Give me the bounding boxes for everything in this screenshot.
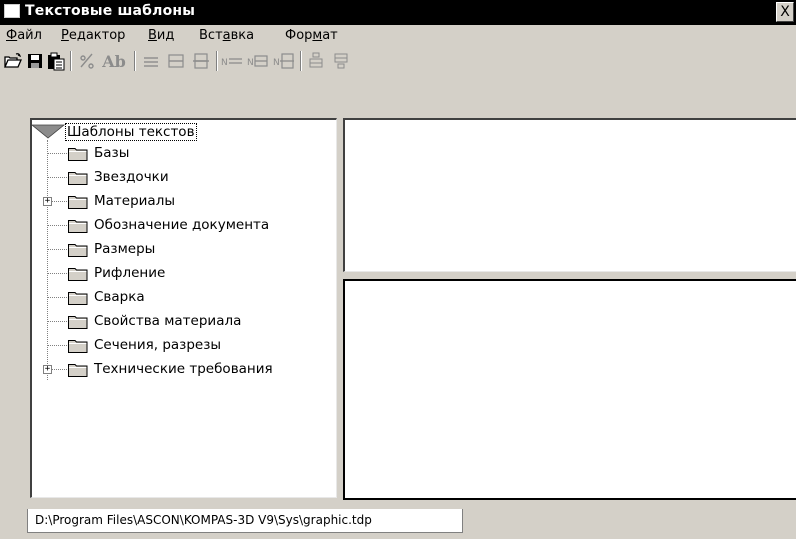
folder-icon [68, 242, 88, 257]
open-icon[interactable] [3, 51, 23, 71]
toolbar-separator [216, 51, 218, 71]
window-title: Текстовые шаблоны [25, 3, 196, 19]
font-style-icon[interactable]: Ab [99, 51, 129, 71]
align-middle-icon[interactable] [166, 51, 186, 71]
tree-item[interactable]: + Технические требования [32, 358, 332, 382]
move-up-icon[interactable] [306, 51, 326, 71]
svg-text:N: N [273, 58, 280, 68]
toolbar-separator [300, 51, 302, 71]
tree-connector [47, 177, 67, 178]
tree-item[interactable]: Свойства материала [32, 310, 332, 334]
toolbar: Ab N N N [0, 48, 796, 74]
folder-icon [68, 314, 88, 329]
tree-connector [47, 225, 67, 226]
tree-item[interactable]: Звездочки [32, 166, 332, 190]
numbered-bottom-icon[interactable]: N [272, 51, 296, 71]
tree-item[interactable]: + Материалы [32, 190, 332, 214]
menu-bar: Файл Редактор Вид Вставка Формат [0, 25, 796, 47]
tree-item-label: Технические требования [94, 361, 273, 377]
folder-icon [68, 266, 88, 281]
status-bar: D:\Program Files\ASCON\KOMPAS-3D V9\Sys\… [0, 501, 796, 539]
expand-icon[interactable]: + [43, 197, 52, 206]
toolbar-separator [134, 51, 136, 71]
expand-icon[interactable]: + [43, 365, 52, 374]
template-text-pane[interactable] [343, 279, 796, 500]
paste-icon[interactable] [46, 51, 66, 71]
tree-root-label[interactable]: Шаблоны текстов [65, 123, 197, 141]
close-button[interactable]: X [776, 2, 794, 22]
tree-connector [47, 321, 67, 322]
tree-item[interactable]: Размеры [32, 238, 332, 262]
tree-item-label: Сечения, разрезы [94, 337, 222, 353]
root-expander-icon[interactable] [32, 124, 66, 140]
folder-icon [68, 218, 88, 233]
menu-insert[interactable]: Вставка [199, 27, 254, 45]
menu-view[interactable]: Вид [148, 27, 174, 45]
svg-text:N: N [221, 58, 228, 68]
tree-item[interactable]: Обозначение документа [32, 214, 332, 238]
tree-connector [47, 297, 67, 298]
left-gutter [0, 76, 30, 498]
folder-icon [68, 362, 88, 377]
tree-connector [47, 153, 67, 154]
align-top-icon[interactable] [141, 51, 161, 71]
tree-item[interactable]: Рифление [32, 262, 332, 286]
app-icon [4, 4, 20, 18]
tree-item[interactable]: Базы [32, 142, 332, 166]
tree-item-label: Сварка [94, 289, 145, 305]
menu-file[interactable]: Файл [6, 27, 42, 45]
move-down-icon[interactable] [331, 51, 351, 71]
tree-item-label: Свойства материала [94, 313, 242, 329]
tree-item-label: Обозначение документа [94, 217, 270, 233]
save-icon[interactable] [25, 51, 45, 71]
menu-edit[interactable]: Редактор [61, 27, 125, 45]
tree-item-label: Базы [94, 145, 130, 161]
folder-icon [68, 170, 88, 185]
align-bottom-icon[interactable] [191, 51, 211, 71]
folder-icon [68, 194, 88, 209]
toolbar-separator [70, 51, 72, 71]
insert-special-icon[interactable] [78, 51, 98, 71]
tree-item-label: Звездочки [94, 169, 169, 185]
tree-connector [47, 249, 67, 250]
tree-item[interactable]: Сечения, разрезы [32, 334, 332, 358]
title-bar[interactable]: Текстовые шаблоны X [0, 0, 796, 25]
tree-item-label: Материалы [94, 193, 175, 209]
numbered-top-icon[interactable]: N [220, 51, 244, 71]
folder-icon [68, 338, 88, 353]
tree-item[interactable]: Сварка [32, 286, 332, 310]
folder-icon [68, 146, 88, 161]
folder-icon [68, 290, 88, 305]
tree-item-label: Рифление [94, 265, 166, 281]
tree-item-label: Размеры [94, 241, 156, 257]
tree-connector [47, 345, 67, 346]
svg-text:N: N [247, 58, 254, 68]
tree-connector [47, 273, 67, 274]
file-path-tab[interactable]: D:\Program Files\ASCON\KOMPAS-3D V9\Sys\… [27, 509, 463, 533]
template-preview-pane[interactable] [343, 118, 796, 272]
menu-format[interactable]: Формат [285, 27, 338, 45]
numbered-middle-icon[interactable]: N [246, 51, 270, 71]
template-tree[interactable]: Шаблоны текстов Базы Звездочки + Материалы О… [30, 118, 337, 498]
